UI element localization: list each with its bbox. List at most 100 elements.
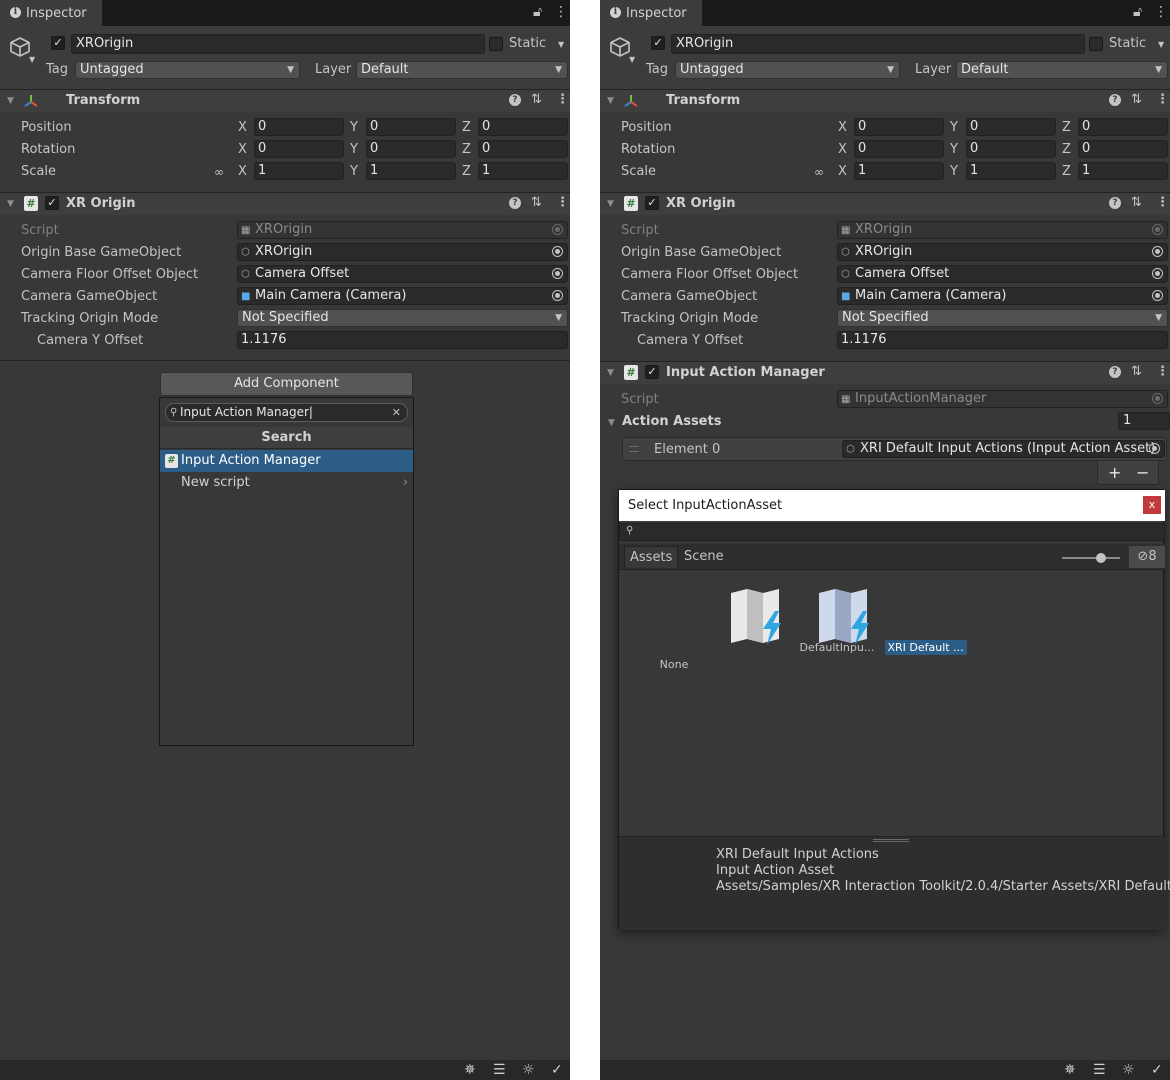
camera-gameobject-field[interactable]: ■ Main Camera (Camera)	[237, 287, 568, 305]
object-picker-icon[interactable]	[1152, 290, 1163, 301]
position-y-field[interactable]: 0	[366, 118, 456, 136]
foldout-arrow-icon[interactable]: ▼	[607, 368, 614, 378]
component-enabled-checkbox[interactable]: ✓	[645, 196, 659, 210]
chevron-down-icon[interactable]: ▼	[29, 55, 35, 64]
scale-x-field[interactable]: 1	[254, 162, 344, 180]
help-icon[interactable]: ?	[509, 197, 521, 209]
add-component-button[interactable]: Add Component	[160, 372, 413, 396]
camera-y-offset-field[interactable]: 1.1176	[237, 331, 568, 349]
object-picker-icon[interactable]	[1152, 268, 1163, 279]
help-icon[interactable]: ?	[1109, 197, 1121, 209]
foldout-arrow-icon[interactable]: ▼	[7, 199, 14, 209]
object-picker-icon[interactable]	[552, 290, 563, 301]
component-enabled-checkbox[interactable]: ✓	[645, 365, 659, 379]
transform-header[interactable]: ▼ Transform ? ⇅ ⋮	[0, 90, 570, 112]
foldout-arrow-icon[interactable]: ▼	[608, 418, 615, 428]
camera-y-offset-field[interactable]: 1.1176	[837, 331, 1168, 349]
asset-item-none[interactable]: None	[641, 657, 707, 672]
position-x-field[interactable]: 0	[254, 118, 344, 136]
origin-base-field[interactable]: ⬡ XROrigin	[237, 243, 568, 261]
kebab-menu-icon[interactable]: ⋮	[1156, 92, 1169, 107]
help-icon[interactable]: ?	[509, 94, 521, 106]
tab-inspector[interactable]: i Inspector	[600, 0, 702, 26]
constrain-proportions-icon[interactable]: ∞	[214, 165, 224, 179]
scale-z-field[interactable]: 1	[478, 162, 568, 180]
help-icon[interactable]: ?	[1109, 94, 1121, 106]
resize-grip-icon[interactable]	[873, 839, 909, 842]
foldout-arrow-icon[interactable]: ▼	[607, 199, 614, 209]
presets-icon[interactable]: ⇅	[1131, 92, 1142, 107]
position-z-field[interactable]: 0	[1078, 118, 1168, 136]
add-element-button[interactable]: +	[1108, 463, 1121, 482]
static-checkbox[interactable]	[1089, 37, 1103, 51]
object-name-field[interactable]: XROrigin	[671, 34, 1085, 54]
kebab-menu-icon[interactable]: ⋮	[554, 4, 568, 20]
lock-icon[interactable]: 🔓︎	[1133, 4, 1142, 20]
layer-dropdown[interactable]: Default ▼	[956, 61, 1168, 79]
rotation-x-field[interactable]: 0	[254, 140, 344, 158]
active-checkbox[interactable]: ✓	[51, 36, 65, 50]
debug-icon[interactable]: ✵	[464, 1062, 476, 1078]
scale-x-field[interactable]: 1	[854, 162, 944, 180]
component-search-input[interactable]: ⚲ Input Action Manager| ✕	[165, 403, 408, 422]
kebab-menu-icon[interactable]: ⋮	[556, 92, 569, 107]
auto-generate-lighting-icon[interactable]: ☼	[1122, 1062, 1135, 1078]
static-dropdown-icon[interactable]: ▼	[1158, 40, 1164, 49]
clear-icon[interactable]: ✕	[392, 404, 401, 421]
position-y-field[interactable]: 0	[966, 118, 1056, 136]
xr-origin-header[interactable]: ▼ # ✓ XR Origin ? ⇅ ⋮	[0, 193, 570, 215]
camera-gameobject-field[interactable]: ■ Main Camera (Camera)	[837, 287, 1168, 305]
presets-icon[interactable]: ⇅	[1131, 195, 1142, 210]
drag-handle-icon[interactable]	[629, 446, 639, 452]
tab-scene[interactable]: Scene	[679, 546, 729, 568]
array-size-field[interactable]: 1	[1118, 412, 1170, 430]
tab-assets[interactable]: Assets	[624, 546, 679, 568]
input-action-manager-header[interactable]: ▼ # ✓ Input Action Manager ? ⇅ ⋮	[600, 362, 1170, 384]
floor-offset-field[interactable]: ⬡ Camera Offset	[237, 265, 568, 283]
help-icon[interactable]: ?	[1109, 366, 1121, 378]
component-enabled-checkbox[interactable]: ✓	[45, 196, 59, 210]
object-picker-icon[interactable]	[1149, 443, 1160, 454]
layer-dropdown[interactable]: Default ▼	[356, 61, 568, 79]
rotation-y-field[interactable]: 0	[366, 140, 456, 158]
picker-search-input[interactable]: ⚲	[619, 523, 1165, 541]
position-x-field[interactable]: 0	[854, 118, 944, 136]
xr-origin-header[interactable]: ▼ # ✓ XR Origin ? ⇅ ⋮	[600, 193, 1170, 215]
close-button[interactable]: x	[1143, 496, 1161, 514]
debug-icon[interactable]: ✵	[1064, 1062, 1076, 1078]
rotation-z-field[interactable]: 0	[1078, 140, 1168, 158]
lock-icon[interactable]: 🔓︎	[533, 4, 542, 20]
cache-server-icon[interactable]: ☰	[493, 1062, 506, 1078]
rotation-z-field[interactable]: 0	[478, 140, 568, 158]
scale-y-field[interactable]: 1	[366, 162, 456, 180]
component-result-item[interactable]: # Input Action Manager	[160, 450, 413, 472]
kebab-menu-icon[interactable]: ⋮	[1154, 4, 1168, 20]
auto-generate-lighting-icon[interactable]: ☼	[522, 1062, 535, 1078]
remove-element-button[interactable]: −	[1136, 463, 1149, 482]
progress-check-icon[interactable]: ✓	[1151, 1062, 1163, 1078]
kebab-menu-icon[interactable]: ⋮	[1156, 364, 1169, 379]
foldout-arrow-icon[interactable]: ▼	[7, 96, 14, 106]
origin-base-field[interactable]: ⬡ XROrigin	[837, 243, 1168, 261]
object-picker-icon[interactable]	[552, 268, 563, 279]
static-checkbox[interactable]	[489, 37, 503, 51]
foldout-arrow-icon[interactable]: ▼	[607, 96, 614, 106]
object-picker-icon[interactable]	[552, 246, 563, 257]
presets-icon[interactable]: ⇅	[1131, 364, 1142, 379]
presets-icon[interactable]: ⇅	[531, 92, 542, 107]
constrain-proportions-icon[interactable]: ∞	[814, 165, 824, 179]
tag-dropdown[interactable]: Untagged ▼	[75, 61, 300, 79]
slider-knob[interactable]	[1096, 553, 1106, 563]
rotation-x-field[interactable]: 0	[854, 140, 944, 158]
new-script-item[interactable]: New script ›	[160, 472, 413, 494]
tag-dropdown[interactable]: Untagged ▼	[675, 61, 900, 79]
presets-icon[interactable]: ⇅	[531, 195, 542, 210]
asset-item-xri-default[interactable]: XRI Default ...	[811, 587, 967, 655]
active-checkbox[interactable]: ✓	[651, 36, 665, 50]
progress-check-icon[interactable]: ✓	[551, 1062, 563, 1078]
scale-z-field[interactable]: 1	[1078, 162, 1168, 180]
object-name-field[interactable]: XROrigin	[71, 34, 485, 54]
transform-header[interactable]: ▼ Transform ? ⇅ ⋮	[600, 90, 1170, 112]
element-0-field[interactable]: ⬡ XRI Default Input Actions (Input Action…	[842, 440, 1165, 458]
tracking-mode-dropdown[interactable]: Not Specified ▼	[837, 309, 1168, 327]
